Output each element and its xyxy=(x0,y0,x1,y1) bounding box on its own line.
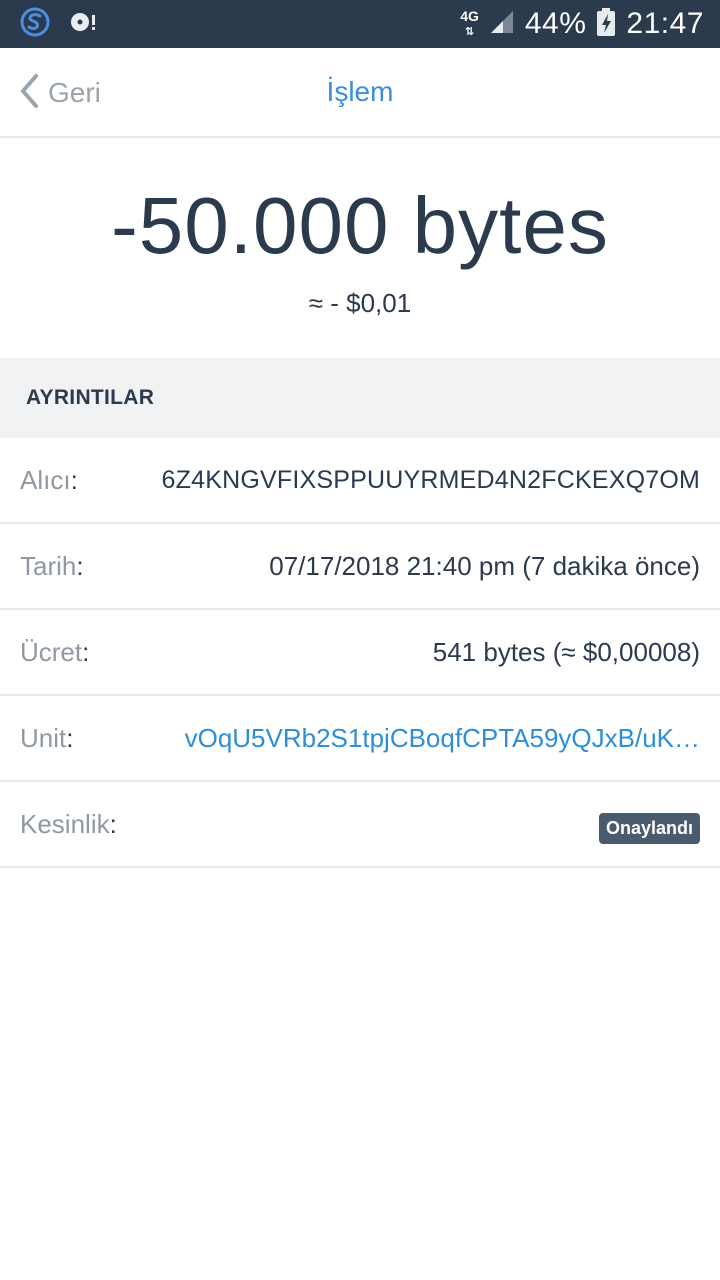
detail-row-recipient: Alıcı: 6Z4KNGVFIXSPPUUYRMED4N2FCKEXQ7OM xyxy=(0,438,720,524)
page-title: İşlem xyxy=(326,76,394,107)
row-label: Unit: xyxy=(20,722,74,753)
disc-alert-icon xyxy=(68,9,98,40)
row-label: Alıcı: xyxy=(20,464,78,495)
app-s-icon xyxy=(20,7,50,42)
status-badge: Onaylandı xyxy=(598,812,700,844)
network-type: 4G ⇅ xyxy=(460,8,479,38)
back-button[interactable]: Geri xyxy=(18,48,101,138)
nav-bar: Geri İşlem xyxy=(0,48,720,138)
row-label: Tarih: xyxy=(20,550,84,581)
battery-percent: 44% xyxy=(524,7,587,40)
row-label: Kesinlik: xyxy=(20,808,117,839)
fee-value: 541 bytes (≈ $0,00008) xyxy=(432,636,700,667)
fiat-amount: ≈ - $0,01 xyxy=(308,288,412,318)
clock: 21:47 xyxy=(626,7,704,40)
amount-block: -50.000 bytes ≈ - $0,01 xyxy=(0,138,720,358)
date-value: 07/17/2018 21:40 pm (7 dakika önce) xyxy=(269,550,700,581)
status-bar: 4G ⇅ 44% 21:47 xyxy=(0,0,720,48)
details-section-header: AYRINTILAR xyxy=(0,358,720,438)
detail-row-date: Tarih: 07/17/2018 21:40 pm (7 dakika önc… xyxy=(0,524,720,610)
detail-row-unit: Unit: vOqU5VRb2S1tpjCBoqfCPTA59yQJxB/uK… xyxy=(0,696,720,782)
detail-row-finality: Kesinlik: Onaylandı xyxy=(0,782,720,868)
battery-charging-icon xyxy=(596,7,616,42)
signal-icon xyxy=(489,9,515,40)
chevron-left-icon xyxy=(18,73,40,114)
detail-row-fee: Ücret: 541 bytes (≈ $0,00008) xyxy=(0,610,720,696)
unit-link[interactable]: vOqU5VRb2S1tpjCBoqfCPTA59yQJxB/uK… xyxy=(185,723,700,754)
back-label: Geri xyxy=(48,77,101,108)
row-label: Ücret: xyxy=(20,636,90,667)
transaction-amount: -50.000 bytes xyxy=(111,181,609,270)
recipient-address: 6Z4KNGVFIXSPPUUYRMED4N2FCKEXQ7OM xyxy=(161,465,700,494)
